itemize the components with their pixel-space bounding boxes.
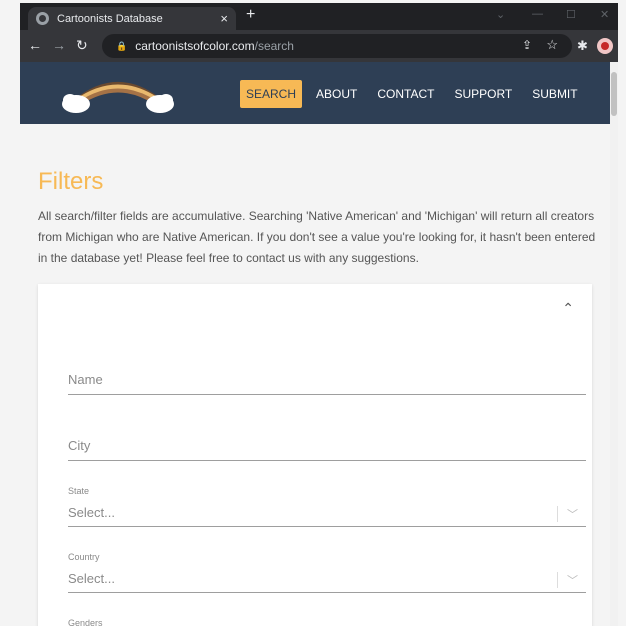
- state-label: State: [68, 486, 90, 496]
- genders-label: Genders: [68, 618, 103, 626]
- url-path: /search: [254, 39, 294, 53]
- country-select[interactable]: Country Select... ﹀: [68, 552, 586, 593]
- state-chevron-down-icon[interactable]: ﹀: [567, 506, 578, 522]
- url-input[interactable]: 🔒 cartoonistsofcolor.com /search ⇪ ☆: [102, 34, 572, 58]
- site-favicon-icon: [36, 12, 49, 25]
- page-scrollbar[interactable]: [610, 62, 618, 626]
- state-value: Select...: [68, 505, 115, 520]
- nav-contact-link[interactable]: CONTACT: [371, 80, 440, 108]
- browser-tab[interactable]: Cartoonists Database ×: [28, 7, 236, 30]
- page-viewport: SEARCH ABOUT CONTACT SUPPORT SUBMIT Filt…: [20, 62, 610, 626]
- state-separator: [557, 506, 558, 522]
- city-underline: [68, 460, 586, 461]
- state-underline: [68, 526, 586, 527]
- url-host: cartoonistsofcolor.com: [135, 39, 255, 53]
- nav-submit-link[interactable]: SUBMIT: [526, 80, 583, 108]
- filters-heading: Filters: [38, 168, 104, 195]
- tab-search-icon[interactable]: ⌄: [496, 8, 505, 21]
- tab-close-icon[interactable]: ×: [220, 11, 228, 26]
- browser-tabbar: Cartoonists Database × + ⌄ — ☐ ✕: [20, 3, 618, 30]
- filters-card: ⌃ Name City State Select... ﹀ Country Se…: [38, 284, 592, 626]
- address-bar: ← → ↻ 🔒 cartoonistsofcolor.com /search ⇪…: [20, 30, 626, 62]
- nav-search-link[interactable]: SEARCH: [240, 80, 303, 108]
- new-tab-icon[interactable]: +: [246, 6, 255, 24]
- genders-select[interactable]: Genders: [68, 618, 586, 626]
- site-header: SEARCH ABOUT CONTACT SUPPORT SUBMIT: [20, 62, 610, 124]
- reload-icon[interactable]: ↻: [76, 37, 88, 54]
- bookmark-star-icon[interactable]: ☆: [546, 37, 558, 53]
- city-placeholder: City: [68, 438, 91, 453]
- country-underline: [68, 592, 586, 593]
- maximize-icon[interactable]: ☐: [566, 8, 576, 21]
- nav-support-link[interactable]: SUPPORT: [448, 80, 518, 108]
- minimize-icon[interactable]: —: [532, 8, 543, 20]
- city-field[interactable]: City: [68, 438, 586, 461]
- name-placeholder: Name: [68, 372, 103, 387]
- country-value: Select...: [68, 571, 115, 586]
- name-field[interactable]: Name: [68, 372, 586, 395]
- forward-icon[interactable]: →: [52, 37, 66, 53]
- country-chevron-down-icon[interactable]: ﹀: [567, 572, 578, 588]
- country-label: Country: [68, 552, 100, 562]
- rainbow-logo-icon[interactable]: [58, 70, 178, 116]
- profile-avatar[interactable]: [597, 38, 613, 54]
- browser-menu-icon[interactable]: ⋮: [622, 37, 626, 54]
- lock-icon: 🔒: [116, 40, 128, 51]
- window-close-icon[interactable]: ✕: [600, 8, 609, 21]
- back-icon[interactable]: ←: [28, 37, 42, 53]
- scrollbar-thumb[interactable]: [611, 72, 617, 116]
- extensions-puzzle-icon[interactable]: ✱: [577, 38, 588, 54]
- collapse-chevron-up-icon[interactable]: ⌃: [562, 300, 574, 317]
- filters-description: All search/filter fields are accumulativ…: [38, 209, 596, 265]
- nav-about-link[interactable]: ABOUT: [310, 80, 363, 108]
- state-select[interactable]: State Select... ﹀: [68, 486, 586, 527]
- country-separator: [557, 572, 558, 588]
- name-underline: [68, 394, 586, 395]
- share-icon[interactable]: ⇪: [522, 38, 532, 52]
- main-nav: SEARCH ABOUT CONTACT SUPPORT SUBMIT: [240, 80, 592, 108]
- tab-title: Cartoonists Database: [57, 12, 163, 25]
